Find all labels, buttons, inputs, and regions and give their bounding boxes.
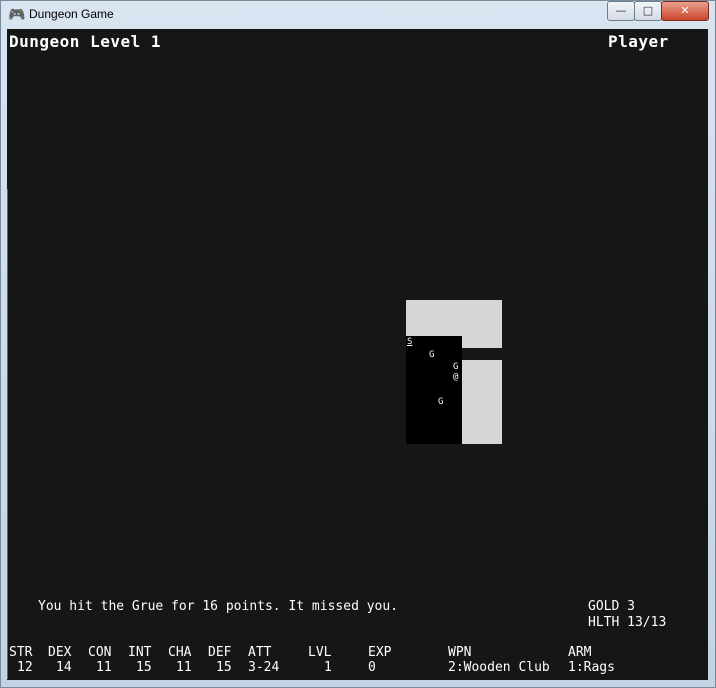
unexplored-gap: [462, 348, 502, 360]
stat-value-att: 3-24: [248, 660, 280, 675]
combat-message: You hit the Grue for 16 points. It misse…: [38, 599, 399, 614]
gold-counter: GOLD 3: [588, 599, 635, 614]
dungeon-level-title: Dungeon Level 1: [9, 32, 161, 51]
close-button[interactable]: ✕: [661, 1, 709, 21]
stat-label-exp: EXP: [368, 645, 392, 660]
window-title: Dungeon Game: [29, 7, 114, 21]
game-canvas[interactable]: Dungeon Level 1 Player S G G @ G You hit…: [7, 29, 708, 680]
stat-value-arm: 1:Rags: [568, 660, 615, 675]
left-edge-strip: [7, 189, 8, 679]
stat-label-dex: DEX: [48, 645, 72, 660]
map-tile-grue-1: G: [429, 350, 435, 360]
player-name: Player: [608, 32, 669, 51]
stat-value-lvl: 1: [324, 660, 332, 675]
stat-label-cha: CHA: [168, 645, 192, 660]
minimize-button[interactable]: —: [607, 1, 635, 21]
stat-value-wpn: 2:Wooden Club: [448, 660, 550, 675]
stat-value-dex: 14: [56, 660, 72, 675]
stat-label-str: STR: [9, 645, 33, 660]
map-tile-grue-3: G: [438, 397, 444, 407]
map-tile-player: @: [453, 372, 459, 382]
title-bar[interactable]: 🎮 Dungeon Game — □ ✕: [0, 0, 716, 29]
stat-label-att: ATT: [248, 645, 272, 660]
stat-label-lvl: LVL: [308, 645, 332, 660]
stat-value-cha: 11: [176, 660, 192, 675]
stat-label-arm: ARM: [568, 645, 592, 660]
stat-value-con: 11: [96, 660, 112, 675]
map-tile-grue-2: G: [453, 362, 459, 372]
health-counter: HLTH 13/13: [588, 615, 667, 630]
stat-label-con: CON: [88, 645, 112, 660]
maximize-button[interactable]: □: [634, 1, 662, 21]
game-controller-icon: 🎮: [8, 6, 26, 22]
stat-label-def: DEF: [208, 645, 232, 660]
stat-label-wpn: WPN: [448, 645, 472, 660]
stat-value-exp: 0: [368, 660, 376, 675]
stat-value-def: 15: [216, 660, 232, 675]
lit-room-right: [462, 360, 502, 444]
stat-value-str: 12: [17, 660, 33, 675]
stat-value-int: 15: [136, 660, 152, 675]
stat-label-int: INT: [128, 645, 152, 660]
map-tile-stairs: S: [407, 337, 413, 347]
